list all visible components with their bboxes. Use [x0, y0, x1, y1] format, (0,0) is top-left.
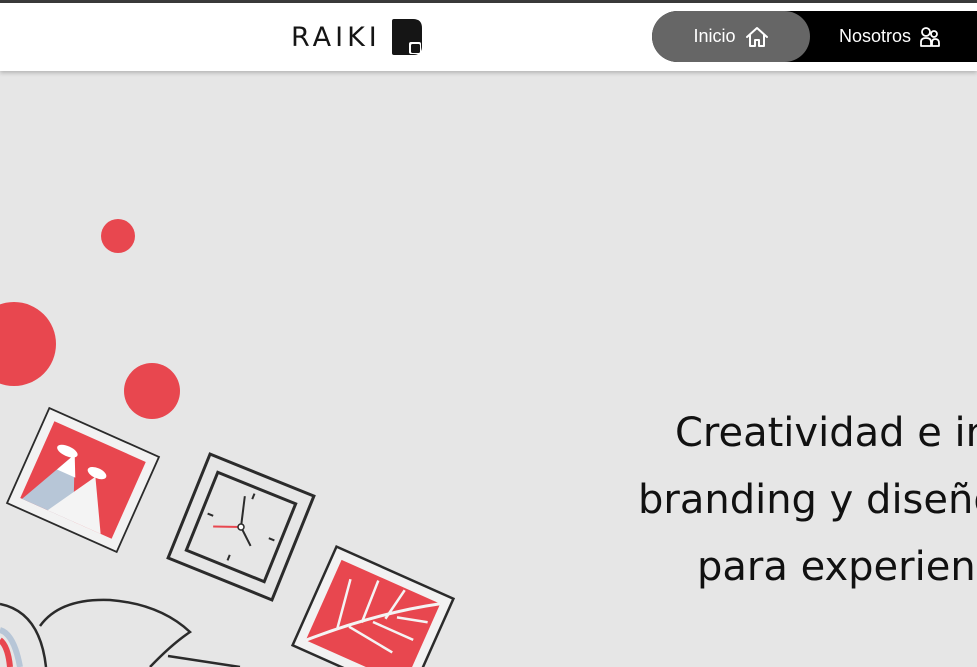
leaf-picture-icon	[290, 544, 456, 667]
main-nav: Inicio Nosotros	[652, 11, 977, 62]
clock-icon	[166, 452, 316, 602]
mountain-picture-icon	[5, 406, 161, 554]
decor-outline-shapes	[0, 598, 241, 667]
red-dot-large	[0, 302, 56, 386]
logo-text: RAIKI	[291, 21, 381, 53]
logo[interactable]: RAIKI	[291, 17, 423, 57]
users-icon	[920, 26, 940, 47]
hero-illustration	[0, 219, 456, 667]
nav-inicio-label: Inicio	[693, 26, 736, 46]
red-dot-small	[101, 219, 135, 253]
hero-line-2: branding y diseño	[638, 477, 977, 523]
site-header: RAIKI Inicio Nosotros	[0, 3, 977, 71]
hero-line-1: Creatividad e in	[675, 410, 977, 456]
nav-nosotros-label: Nosotros	[839, 26, 912, 46]
nav-nosotros[interactable]: Nosotros	[839, 11, 940, 62]
hero-line-3: para experienc	[697, 544, 977, 590]
logo-mark-icon	[391, 19, 422, 55]
nav-inicio[interactable]: Inicio	[652, 11, 810, 62]
home-icon	[745, 26, 768, 47]
red-dot-medium	[124, 363, 180, 419]
